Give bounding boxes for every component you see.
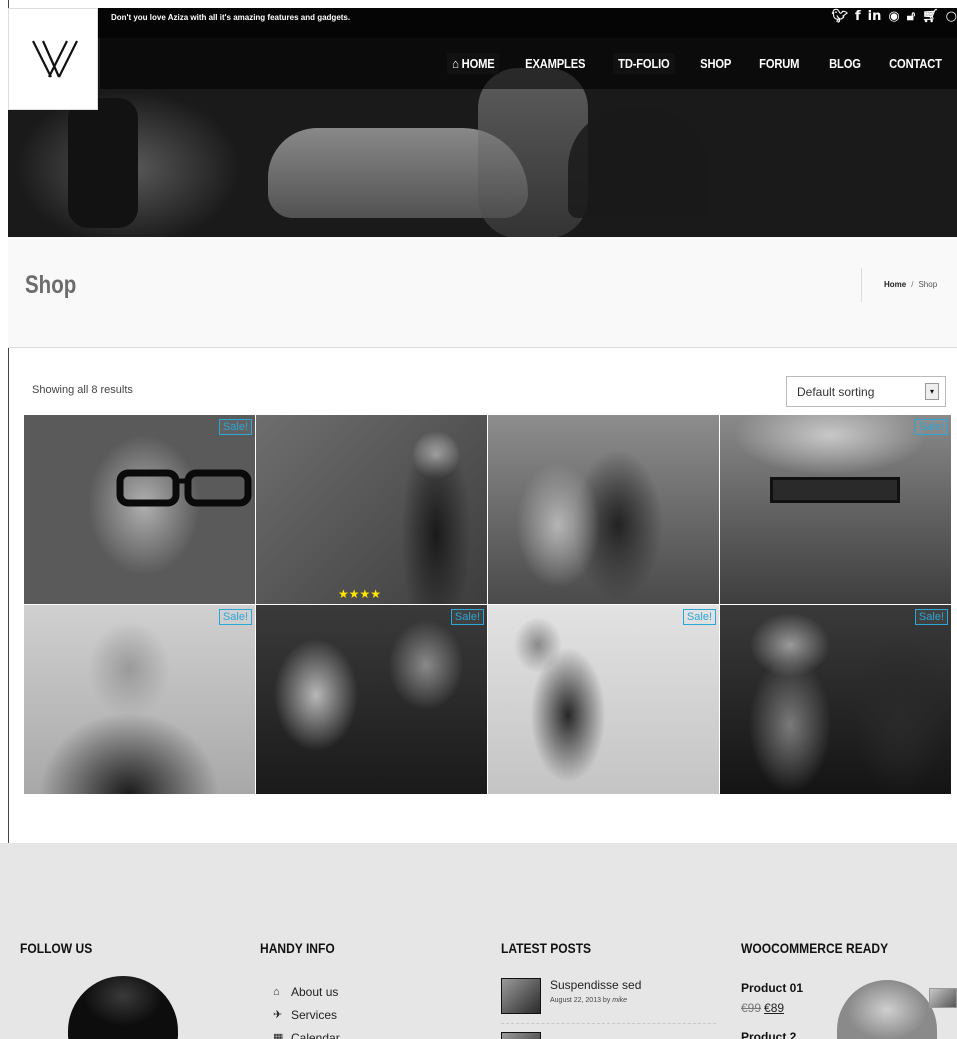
post-date: August 22, 2013 by	[550, 997, 611, 1004]
handy-info-list: ⌂ About us ✈ Services ▦ Calendar	[273, 980, 340, 1039]
handy-info-link[interactable]: ✈ Services	[273, 1003, 340, 1026]
product-name-link[interactable]: Product 2	[741, 1030, 796, 1039]
main-nav: ⌂ HOME EXAMPLES TD-FOLIO SHOP FORUM BLOG…	[436, 53, 957, 74]
product-image	[720, 415, 951, 604]
sort-selected-value: Default sorting	[797, 385, 875, 399]
sale-badge: Sale!	[218, 609, 252, 625]
product-image	[720, 605, 951, 794]
post-title[interactable]: Suspendisse sed	[550, 978, 641, 992]
post-separator	[501, 1023, 716, 1024]
product-tile[interactable]: Sale!	[720, 415, 951, 604]
site-tagline: Don't you love Aziza with all it's amazi…	[111, 13, 351, 22]
breadcrumb-home-link[interactable]: Home	[884, 280, 906, 289]
product-tile[interactable]	[488, 415, 719, 604]
post-thumbnail	[501, 978, 541, 1014]
nav-item-home[interactable]: ⌂ HOME	[447, 53, 501, 74]
woocommerce-product-image[interactable]	[815, 972, 940, 1039]
belt-graphic	[770, 477, 900, 503]
nav-item-examples[interactable]: EXAMPLES	[520, 53, 590, 74]
footer-heading-latest-posts: LATEST POSTS	[501, 940, 592, 956]
product-tile[interactable]: Sale!	[24, 415, 255, 604]
beanie-graphic	[837, 980, 937, 1039]
handy-info-link[interactable]: ▦ Calendar	[273, 1026, 340, 1039]
nav-item-blog[interactable]: BLOG	[824, 53, 866, 74]
facebook-icon[interactable]: f	[855, 10, 861, 24]
breadcrumb: Home / Shop	[884, 280, 937, 289]
footer-heading-follow-us: FOLLOW US	[20, 940, 93, 956]
sale-badge: Sale!	[450, 609, 484, 625]
chevron-down-icon: ▾	[925, 383, 939, 400]
product-image	[256, 415, 487, 604]
product-tile[interactable]: Sale!	[24, 605, 255, 794]
footer-heading-woocommerce: WOOCOMMERCE READY	[741, 940, 889, 956]
follow-us-image[interactable]	[40, 970, 230, 1039]
sale-badge: Sale!	[218, 419, 252, 435]
product-tile[interactable]: ★★★★	[256, 415, 487, 604]
cart-icon[interactable]: 🛒︎	[922, 10, 939, 24]
hero-figure-sofa	[568, 108, 708, 218]
social-links: 🐦︎ f in ◉ 🔓︎ 🛒︎ ○	[831, 10, 957, 24]
calendar-icon: ▦	[273, 1032, 284, 1039]
home-icon: ⌂	[452, 56, 463, 71]
lock-icon[interactable]: 🔓︎	[907, 10, 915, 24]
result-count: Showing all 8 results	[32, 384, 133, 396]
post-thumbnail	[501, 1032, 541, 1039]
rocket-icon: ✈	[273, 1009, 283, 1021]
site-logo[interactable]	[8, 8, 98, 110]
portrait-graphic	[68, 976, 178, 1039]
product-image	[24, 605, 255, 794]
dribbble-icon[interactable]: ◉	[888, 10, 899, 24]
product-tile[interactable]: Sale!	[720, 605, 951, 794]
product-image	[256, 605, 487, 794]
rating-stars: ★★★★	[338, 587, 382, 601]
old-price: €99	[741, 1001, 762, 1015]
sort-select[interactable]: Default sorting ▾	[786, 376, 946, 407]
logo-mark-icon	[32, 40, 78, 78]
linkedin-icon[interactable]: in	[868, 10, 882, 24]
nav-item-forum[interactable]: FORUM	[754, 53, 804, 74]
link-label: Services	[291, 1007, 338, 1022]
page-title-bar	[8, 237, 957, 348]
page-title: Shop	[25, 271, 77, 299]
nav-item-td-folio[interactable]: TD-FOLIO	[612, 53, 675, 74]
product-tile[interactable]: Sale!	[256, 605, 487, 794]
sale-badge: Sale!	[914, 419, 948, 435]
breadcrumb-divider	[861, 268, 862, 302]
link-label: Calendar	[291, 1030, 340, 1039]
sale-badge: Sale!	[914, 609, 948, 625]
link-label: About us	[291, 984, 339, 999]
product-price: €99 €89	[741, 1001, 784, 1015]
breadcrumb-current: Shop	[918, 280, 938, 289]
product-grid: Sale! ★★★★ Sale! Sale! Sale! Sale! Sale!	[24, 415, 951, 794]
post-meta: August 22, 2013 by mike	[550, 997, 627, 1004]
post-author: mike	[612, 997, 628, 1004]
sale-price: €89	[764, 1001, 785, 1015]
twitter-icon[interactable]: 🐦︎	[831, 10, 848, 24]
handy-info-link[interactable]: ⌂ About us	[273, 980, 340, 1003]
product-name-link[interactable]: Product 01	[741, 981, 803, 995]
glasses-graphic	[116, 469, 252, 507]
sale-badge: Sale!	[682, 609, 716, 625]
product-image	[488, 605, 719, 794]
hero-figure-boot	[68, 98, 138, 228]
footer-heading-handy-info: HANDY INFO	[260, 940, 335, 956]
breadcrumb-separator: /	[911, 280, 914, 289]
mini-product-thumbnail[interactable]	[929, 988, 957, 1008]
nav-label: HOME	[462, 56, 495, 71]
product-image	[488, 415, 719, 604]
home-icon: ⌂	[273, 985, 280, 998]
product-image	[24, 415, 255, 604]
product-tile[interactable]: Sale!	[488, 605, 719, 794]
search-icon[interactable]: ○	[946, 10, 957, 24]
nav-item-contact[interactable]: CONTACT	[884, 53, 947, 74]
nav-item-shop[interactable]: SHOP	[695, 53, 736, 74]
